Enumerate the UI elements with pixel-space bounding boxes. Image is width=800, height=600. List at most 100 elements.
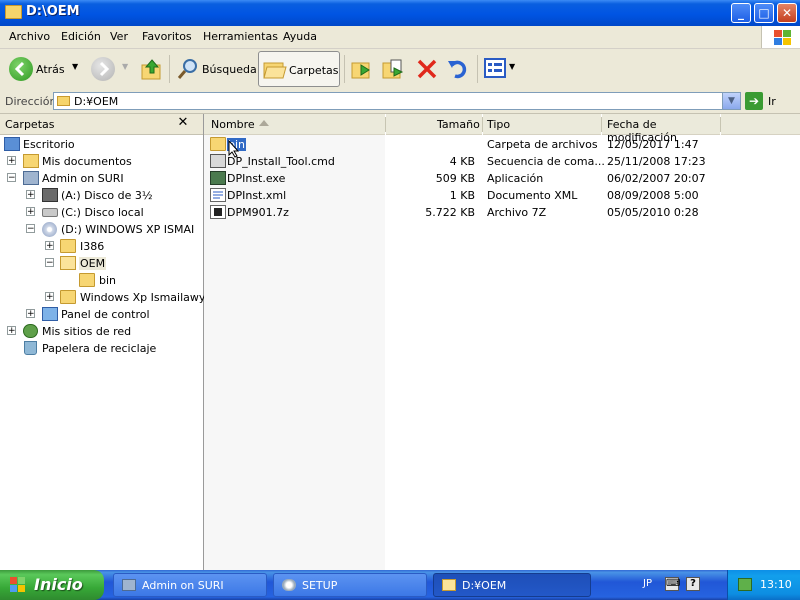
expand-icon[interactable]: + xyxy=(26,190,35,200)
taskbar-item-admin-on-suri[interactable]: Admin on SURI xyxy=(113,573,267,597)
tree-item-bin[interactable]: bin xyxy=(0,272,200,289)
cmd-icon xyxy=(210,154,226,168)
documents-icon xyxy=(23,154,39,168)
back-arrow-icon xyxy=(9,57,33,81)
dropdown-arrow-icon[interactable]: ▼ xyxy=(122,62,128,71)
mouse-cursor-icon xyxy=(228,140,240,158)
menu-ayuda[interactable]: Ayuda xyxy=(283,30,317,43)
up-folder-button[interactable] xyxy=(138,49,166,90)
tree-item-label: Panel de control xyxy=(61,308,150,321)
archive-icon xyxy=(210,205,226,219)
expand-icon[interactable]: + xyxy=(7,156,16,166)
tree-item-recycle-bin[interactable]: Papelera de reciclaje xyxy=(0,340,200,357)
floppy-icon xyxy=(42,188,58,202)
address-bar: Dirección D:¥OEM ▼ ➔ Ir xyxy=(0,90,800,114)
help-icon[interactable]: ? xyxy=(686,577,700,591)
taskbar-item-label: Admin on SURI xyxy=(142,579,224,592)
folders-button[interactable]: Carpetas xyxy=(258,51,340,87)
undo-button[interactable] xyxy=(444,49,472,90)
computer-icon xyxy=(122,579,136,591)
file-modified: 08/09/2008 5:00 xyxy=(607,189,699,202)
file-row[interactable]: DPInst.exe 509 KB Aplicación 06/02/2007 … xyxy=(204,170,800,187)
file-name: DP_Install_Tool.cmd xyxy=(227,155,335,168)
tree-item-my-computer[interactable]: − Admin on SURI xyxy=(0,170,200,187)
tree-item-desktop[interactable]: Escritorio xyxy=(0,136,200,153)
file-row[interactable]: bin Carpeta de archivos 12/05/2017 1:47 xyxy=(204,136,800,153)
search-button[interactable]: Búsqueda xyxy=(173,49,257,90)
address-dropdown-button[interactable]: ▼ xyxy=(722,93,740,109)
expand-icon[interactable]: + xyxy=(7,326,16,336)
column-header-modified[interactable]: Fecha de modificación xyxy=(602,114,720,144)
expand-icon[interactable]: + xyxy=(45,241,54,251)
taskbar-item-setup[interactable]: SETUP xyxy=(273,573,427,597)
copy-to-button[interactable] xyxy=(380,49,408,90)
collapse-icon[interactable]: − xyxy=(7,173,16,183)
start-button[interactable]: Inicio xyxy=(0,570,104,600)
file-row[interactable]: DPM901.7z 5.722 KB Archivo 7Z 05/05/2010… xyxy=(204,204,800,221)
go-button-label[interactable]: Ir xyxy=(768,95,776,108)
xml-icon xyxy=(210,188,226,202)
forward-button[interactable]: ▼ xyxy=(88,49,132,90)
column-header-label: Nombre xyxy=(211,118,255,131)
file-row[interactable]: DP_Install_Tool.cmd 4 KB Secuencia de co… xyxy=(204,153,800,170)
drive-icon xyxy=(42,208,58,217)
tree-item-my-documents[interactable]: + Mis documentos xyxy=(0,153,200,170)
move-to-button[interactable] xyxy=(349,49,377,90)
column-header-type[interactable]: Tipo xyxy=(483,114,601,135)
file-row[interactable]: DPInst.xml 1 KB Documento XML 08/09/2008… xyxy=(204,187,800,204)
clock[interactable]: 13:10 xyxy=(760,578,792,591)
menu-herramientas[interactable]: Herramientas xyxy=(203,30,278,43)
window-title: D:\OEM xyxy=(26,4,80,19)
views-button[interactable]: ▼ xyxy=(482,49,520,90)
title-bar[interactable]: D:\OEM _ □ ✕ xyxy=(0,0,800,26)
go-arrow-icon[interactable]: ➔ xyxy=(745,92,763,110)
tree-item-floppy[interactable]: + (A:) Disco de 3½ xyxy=(0,187,200,204)
network-status-icon[interactable] xyxy=(738,578,752,591)
tree-item-local-disk[interactable]: + (C:) Disco local xyxy=(0,204,200,221)
copy-to-icon xyxy=(382,59,404,79)
folder-icon xyxy=(57,96,70,106)
ime-language-indicator[interactable]: JP xyxy=(643,578,652,589)
menu-favoritos[interactable]: Favoritos xyxy=(142,30,192,43)
close-icon[interactable]: ✕ xyxy=(176,115,190,130)
expand-icon[interactable]: + xyxy=(26,309,35,319)
toolbar: Atrás ▼ ▼ Búsqueda Carpetas ▼ xyxy=(0,49,800,91)
keyboard-icon[interactable]: ⌨ xyxy=(665,577,680,591)
close-button[interactable]: ✕ xyxy=(777,3,797,23)
folder-open-icon xyxy=(60,256,76,270)
tree-item-label: (A:) Disco de 3½ xyxy=(61,189,153,202)
delete-button[interactable] xyxy=(413,49,441,90)
tree-item-cd-drive[interactable]: − (D:) WINDOWS XP ISMAI xyxy=(0,221,200,238)
file-size: 4 KB xyxy=(449,155,475,168)
address-input[interactable]: D:¥OEM ▼ xyxy=(53,92,741,110)
collapse-icon[interactable]: − xyxy=(26,224,35,234)
taskbar: Inicio Admin on SURI SETUP D:¥OEM JP ⌨ ?… xyxy=(0,570,800,600)
taskbar-item-oem[interactable]: D:¥OEM xyxy=(433,573,591,597)
dropdown-arrow-icon[interactable]: ▼ xyxy=(509,62,515,71)
file-modified: 12/05/2017 1:47 xyxy=(607,138,699,151)
tree-item-control-panel[interactable]: + Panel de control xyxy=(0,306,200,323)
column-header-label: Tipo xyxy=(487,118,511,131)
maximize-button[interactable]: □ xyxy=(754,3,774,23)
folders-pane: Carpetas ✕ Escritorio + Mis documentos −… xyxy=(0,114,205,570)
tree-item-windows-xp-ismailawy[interactable]: + Windows Xp Ismailawy xyxy=(0,289,205,306)
column-header-size[interactable]: Tamaño xyxy=(386,114,482,135)
expand-icon[interactable]: + xyxy=(45,292,54,302)
menu-archivo[interactable]: Archivo xyxy=(9,30,50,43)
folder-icon xyxy=(210,137,226,151)
menu-ver[interactable]: Ver xyxy=(110,30,128,43)
tree-item-network[interactable]: + Mis sitios de red xyxy=(0,323,200,340)
undo-icon xyxy=(448,60,467,79)
search-icon xyxy=(177,59,197,79)
collapse-icon[interactable]: − xyxy=(45,258,54,268)
tree-item-oem[interactable]: − OEM xyxy=(0,255,200,272)
minimize-button[interactable]: _ xyxy=(731,3,751,23)
tree-item-i386[interactable]: + I386 xyxy=(0,238,200,255)
back-button[interactable]: Atrás ▼ xyxy=(5,49,85,90)
menu-edicion[interactable]: Edición xyxy=(61,30,101,43)
column-header-name[interactable]: Nombre xyxy=(204,114,385,135)
dropdown-arrow-icon[interactable]: ▼ xyxy=(72,62,78,71)
expand-icon[interactable]: + xyxy=(26,207,35,217)
file-type: Aplicación xyxy=(487,172,544,185)
tree-item-label: Mis sitios de red xyxy=(42,325,132,338)
